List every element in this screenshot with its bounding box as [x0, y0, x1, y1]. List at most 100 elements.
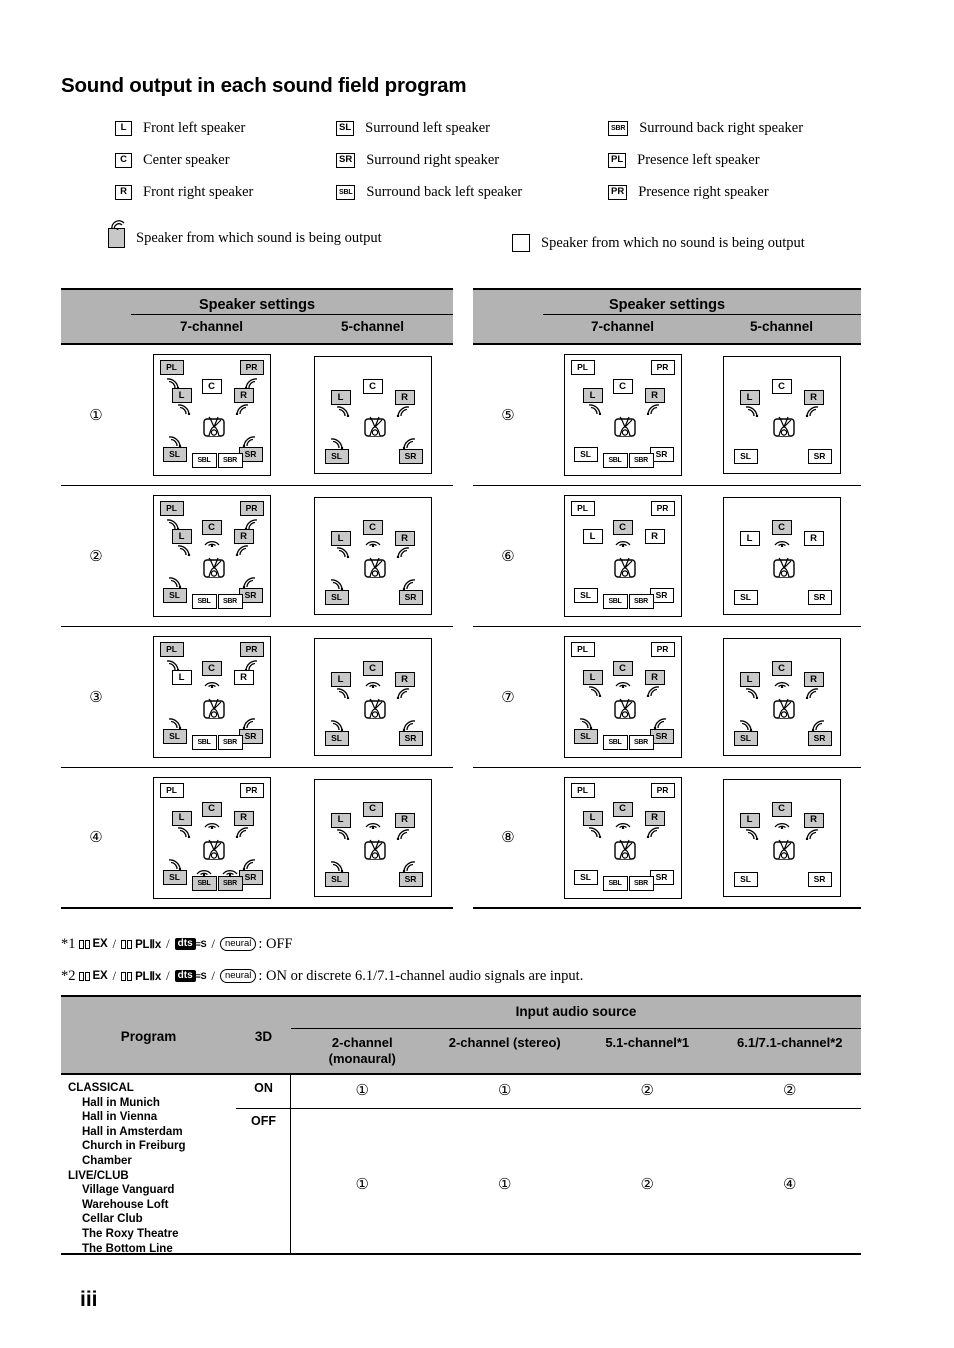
- speaker-sl-inactive: SL: [733, 449, 758, 464]
- speaker-code-label: PL: [159, 782, 184, 798]
- header-input-audio-source: Input audio source: [515, 1004, 637, 1019]
- speaker-active-icon: [108, 220, 125, 248]
- cell-5-channel: L C R SL SR: [722, 497, 841, 615]
- speaker-r-inactive: R: [644, 529, 665, 544]
- speaker-code-icon-c: C: [115, 152, 132, 168]
- cell-7-channel: PL PR L C R SL SR SBL SBR: [152, 776, 271, 899]
- sound-wave-icon: [235, 826, 248, 838]
- speaker-r-active: R: [233, 529, 254, 556]
- speaker-code-label: R: [394, 812, 415, 828]
- legend-speaker-off: Speaker from which no sound is being out…: [512, 234, 805, 252]
- speaker-c-active: C: [362, 661, 383, 688]
- speaker-code-label: PL: [159, 642, 184, 657]
- sound-wave-icon: [242, 436, 255, 447]
- speaker-sl-inactive: SL: [573, 447, 598, 462]
- program-table-header: Program 3D Input audio source 2-channel …: [61, 995, 861, 1073]
- speaker-sbr-inactive: SBR: [628, 594, 654, 609]
- dts-es-label: ≡S: [195, 971, 207, 981]
- listener-icon: [363, 416, 386, 437]
- sound-wave-icon: [745, 688, 758, 699]
- speaker-c-active: C: [362, 801, 383, 829]
- speaker-code-label: SL: [162, 729, 187, 744]
- dts-logo-icon: dts: [174, 938, 196, 950]
- speaker-code-label: PR: [650, 501, 675, 516]
- program-value-cell: ①: [498, 1083, 512, 1099]
- speaker-l-active: L: [739, 390, 760, 417]
- speaker-sbl-inactive: SBL: [602, 453, 628, 468]
- row-cells: PL PR L C R SL SR SBL SBR L C R SL SR: [543, 495, 861, 617]
- listener-icon: [772, 557, 795, 578]
- header-subcolumns: 7-channel 5-channel: [543, 314, 861, 339]
- table-header: Speaker settings 7-channel 5-channel: [473, 288, 861, 343]
- footnote-2: *2 EX / PLⅡx / dts ≡S / neural : ON or d…: [61, 964, 881, 988]
- legend-row: C Center speaker SR Surround right speak…: [61, 144, 901, 176]
- speaker-code-icon-r: R: [115, 184, 132, 200]
- speaker-code-label: L: [171, 388, 192, 403]
- header-7-channel: 7-channel: [590, 319, 655, 334]
- speaker-code-label: SL: [733, 590, 758, 605]
- header-input-subcolumns: 2-channel (monaural) 2-channel (stereo) …: [291, 1028, 861, 1073]
- speaker-code-icon-pl: PL: [608, 152, 627, 168]
- speaker-pl-active: PL: [159, 642, 184, 671]
- speaker-code-label: C: [201, 379, 222, 394]
- speaker-c-active: C: [771, 801, 792, 829]
- sound-wave-icon: [364, 822, 381, 829]
- speaker-sl-inactive: SL: [573, 869, 598, 885]
- speaker-r-active: R: [803, 390, 824, 417]
- speaker-code-label: L: [582, 388, 603, 403]
- speaker-code-label: SBL: [602, 735, 628, 750]
- sound-wave-icon: [773, 541, 790, 547]
- program-value-cell: ②: [640, 1083, 654, 1099]
- sound-wave-icon: [242, 577, 255, 588]
- cell-5-channel: L C R SL SR: [313, 638, 432, 756]
- legend-entry: SL Surround left speaker: [336, 120, 608, 137]
- speaker-code-label: R: [644, 529, 665, 544]
- speaker-pl-inactive: PL: [159, 782, 184, 798]
- speaker-code-label: R: [803, 672, 824, 687]
- speaker-code-label: SBL: [191, 735, 217, 750]
- cell-5-channel: L C R SL SR: [313, 356, 432, 474]
- program-item-label: The Bottom Line: [82, 1242, 173, 1255]
- dolby-digital-icon: [78, 939, 90, 949]
- speaker-code-label: SL: [573, 588, 598, 603]
- speaker-sbl-active: SBL: [191, 869, 217, 891]
- footnote-1: *1 EX / PLⅡx / dts ≡S / neural : OFF: [61, 932, 881, 956]
- speaker-sl-active: SL: [162, 858, 187, 885]
- header-5-channel: 5-channel: [340, 319, 405, 334]
- legend-label: Presence left speaker: [637, 151, 760, 168]
- speaker-code-label: PR: [239, 782, 264, 798]
- speaker-code-label: C: [612, 379, 633, 394]
- legend-label: Speaker from which sound is being output: [136, 229, 382, 246]
- legend-label: Presence right speaker: [638, 183, 769, 200]
- speaker-code-label: L: [330, 672, 351, 687]
- speaker-l-active: L: [739, 812, 760, 840]
- legend-entry: SBR Surround back right speaker: [608, 120, 888, 137]
- speaker-code-label: SL: [324, 731, 349, 746]
- sound-wave-icon: [745, 406, 758, 417]
- speaker-l-active: L: [582, 388, 603, 415]
- speaker-code-label: L: [739, 812, 760, 828]
- program-group-label: LIVE/CLUB: [68, 1169, 129, 1182]
- speaker-code-icon-sbl: SBL: [336, 184, 356, 200]
- sound-wave-icon: [203, 541, 220, 547]
- sound-wave-icon: [396, 547, 409, 558]
- speaker-r-active: R: [394, 390, 415, 417]
- speaker-layout-5channel: L C R SL SR: [313, 356, 432, 474]
- sound-wave-icon: [195, 869, 212, 876]
- speaker-code-icon-pr: PR: [608, 184, 628, 200]
- speaker-layout-5channel: L C R SL SR: [313, 497, 432, 615]
- sound-wave-icon: [773, 822, 790, 829]
- sound-wave-icon: [168, 718, 181, 729]
- speaker-code-label: PR: [650, 642, 675, 657]
- speaker-code-label: L: [739, 672, 760, 687]
- speaker-code-label: SBR: [217, 735, 243, 750]
- sound-wave-icon: [745, 828, 758, 840]
- cell-7-channel: PL PR L C R SL SR SBL SBR: [563, 354, 682, 476]
- listener-icon: [613, 698, 636, 719]
- speaker-pl-inactive: PL: [570, 642, 595, 657]
- sound-wave-icon: [203, 822, 220, 829]
- separator: /: [112, 936, 117, 951]
- speaker-sbr-inactive: SBR: [628, 453, 654, 468]
- speaker-l-inactive: L: [739, 531, 760, 546]
- row-number: ⑧: [501, 830, 515, 846]
